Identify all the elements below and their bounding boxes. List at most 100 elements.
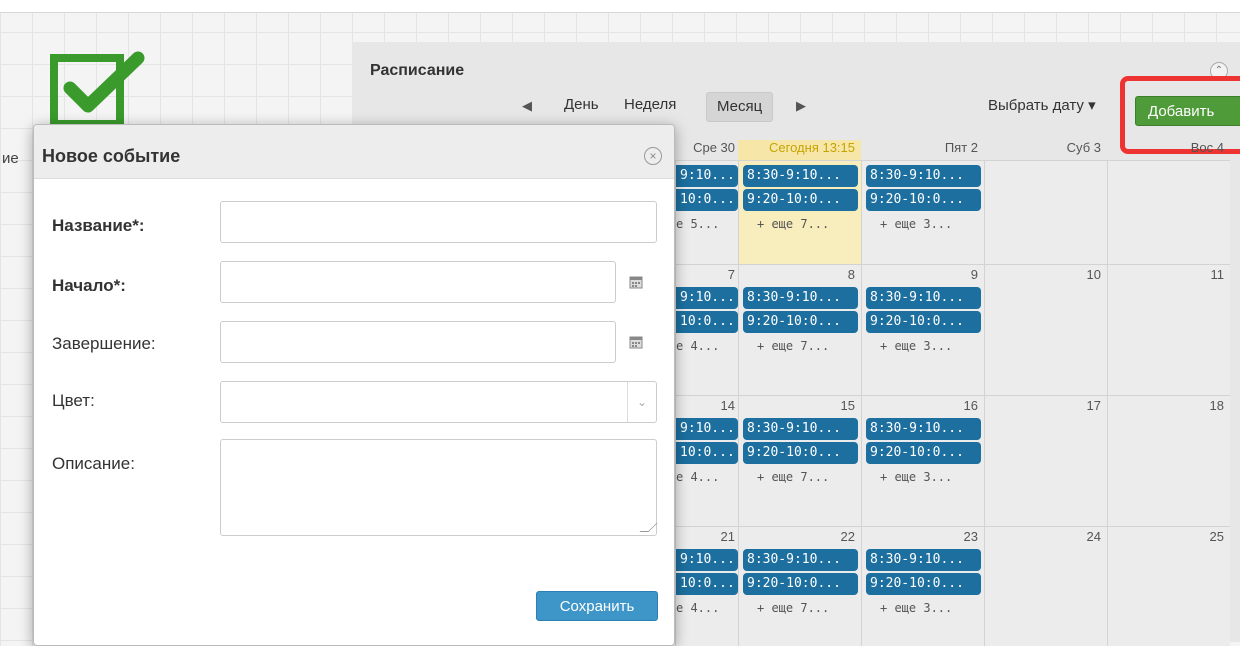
day-number: 11 bbox=[1210, 267, 1225, 282]
next-arrow-icon[interactable]: ▶ bbox=[796, 98, 806, 114]
start-input[interactable] bbox=[220, 261, 616, 303]
event-chip[interactable]: 8:30-9:10... bbox=[743, 165, 858, 187]
event-chip[interactable]: 9:20-10:0... bbox=[866, 311, 981, 333]
day-cell[interactable]: 18 bbox=[1107, 395, 1230, 526]
more-events-link[interactable]: + еще 3... bbox=[880, 339, 952, 353]
name-label: Название*: bbox=[52, 216, 145, 235]
event-chip[interactable]: 9:10... bbox=[676, 165, 738, 187]
end-input[interactable] bbox=[220, 321, 616, 363]
more-events-link[interactable]: + еще 7... bbox=[757, 601, 829, 615]
day-cell[interactable]: 24 bbox=[984, 526, 1107, 646]
event-chip[interactable]: 10:0... bbox=[676, 442, 738, 464]
day-cell[interactable]: 25 bbox=[1107, 526, 1230, 646]
event-chip[interactable]: 9:20-10:0... bbox=[743, 442, 858, 464]
color-label: Цвет: bbox=[52, 391, 95, 410]
day-cell[interactable]: 7 9:10... 10:0... е 4... bbox=[675, 264, 741, 395]
day-cell[interactable]: 9 8:30-9:10... 9:20-10:0... + еще 3... bbox=[861, 264, 984, 395]
day-number: 24 bbox=[1086, 529, 1101, 544]
panel-title: Расписание bbox=[370, 62, 465, 79]
view-month-button[interactable]: Месяц bbox=[706, 92, 774, 122]
close-icon[interactable]: × bbox=[644, 147, 662, 165]
day-header: Суб 3 bbox=[1066, 140, 1101, 155]
color-select[interactable]: ⌄ bbox=[220, 381, 657, 423]
day-cell[interactable]: 8:30-9:10... 9:20-10:0... + еще 7... bbox=[738, 160, 861, 264]
more-events-link[interactable]: е 4... bbox=[676, 339, 719, 353]
more-events-link[interactable]: е 4... bbox=[676, 470, 719, 484]
resize-handle-icon[interactable] bbox=[639, 523, 658, 532]
day-number: 15 bbox=[840, 398, 855, 413]
pick-date-label: Выбрать дату bbox=[988, 97, 1084, 114]
event-chip[interactable]: 9:20-10:0... bbox=[866, 442, 981, 464]
day-cell[interactable]: 16 8:30-9:10... 9:20-10:0... + еще 3... bbox=[861, 395, 984, 526]
end-label: Завершение: bbox=[52, 334, 156, 353]
more-events-link[interactable]: + еще 3... bbox=[880, 470, 952, 484]
day-number: 10 bbox=[1086, 267, 1101, 282]
day-cell[interactable]: 10 bbox=[984, 264, 1107, 395]
month-grid: Сре 30 Сегодня 13:15 Пят 2 Суб 3 Вос 4 9:10..… bbox=[675, 140, 1240, 646]
event-chip[interactable]: 10:0... bbox=[676, 189, 738, 211]
day-header: Пят 2 bbox=[944, 140, 978, 155]
event-chip[interactable]: 9:20-10:0... bbox=[743, 189, 858, 211]
event-chip[interactable]: 9:20-10:0... bbox=[743, 311, 858, 333]
day-number: 17 bbox=[1086, 398, 1101, 413]
day-number: 22 bbox=[840, 529, 855, 544]
day-cell[interactable]: 8:30-9:10... 9:20-10:0... + еще 3... bbox=[861, 160, 984, 264]
save-button[interactable]: Сохранить bbox=[536, 591, 658, 621]
event-chip[interactable]: 9:20-10:0... bbox=[866, 573, 981, 595]
event-chip[interactable]: 8:30-9:10... bbox=[743, 418, 858, 440]
day-cell[interactable]: 23 8:30-9:10... 9:20-10:0... + еще 3... bbox=[861, 526, 984, 646]
chevron-down-icon: ⌄ bbox=[627, 382, 656, 422]
event-chip[interactable]: 8:30-9:10... bbox=[866, 549, 981, 571]
event-chip[interactable]: 9:10... bbox=[676, 287, 738, 309]
more-events-link[interactable]: е 4... bbox=[676, 601, 719, 615]
calendar-icon[interactable] bbox=[629, 275, 643, 289]
calendar-icon[interactable] bbox=[629, 335, 643, 349]
more-events-link[interactable]: + еще 3... bbox=[880, 601, 952, 615]
day-cell[interactable]: 9:10... 10:0... е 5... bbox=[675, 160, 741, 264]
day-cell[interactable] bbox=[984, 160, 1107, 264]
event-chip[interactable]: 10:0... bbox=[676, 311, 738, 333]
day-number: 21 bbox=[720, 529, 735, 544]
pick-date-dropdown[interactable]: Выбрать дату ▾ bbox=[988, 96, 1096, 114]
day-cell[interactable]: 17 bbox=[984, 395, 1107, 526]
start-label: Начало*: bbox=[52, 276, 126, 295]
more-events-link[interactable]: + еще 3... bbox=[880, 217, 952, 231]
name-input[interactable] bbox=[220, 201, 657, 243]
event-chip[interactable]: 9:10... bbox=[676, 549, 738, 571]
day-header: Сре 30 bbox=[693, 140, 735, 155]
day-number: 8 bbox=[847, 267, 855, 282]
day-number: 7 bbox=[727, 267, 735, 282]
view-day-link[interactable]: День bbox=[564, 96, 599, 113]
day-number: 25 bbox=[1209, 529, 1224, 544]
day-cell[interactable] bbox=[1107, 160, 1230, 264]
more-events-link[interactable]: + еще 7... bbox=[757, 339, 829, 353]
event-chip[interactable]: 8:30-9:10... bbox=[866, 165, 981, 187]
day-cell[interactable]: 22 8:30-9:10... 9:20-10:0... + еще 7... bbox=[738, 526, 861, 646]
description-textarea[interactable] bbox=[220, 439, 658, 536]
event-chip[interactable]: 10:0... bbox=[676, 573, 738, 595]
event-chip[interactable]: 9:20-10:0... bbox=[866, 189, 981, 211]
view-week-link[interactable]: Неделя bbox=[624, 96, 676, 113]
event-chip[interactable]: 9:10... bbox=[676, 418, 738, 440]
day-cell[interactable]: 11 bbox=[1107, 264, 1230, 395]
event-chip[interactable]: 8:30-9:10... bbox=[866, 418, 981, 440]
event-chip[interactable]: 8:30-9:10... bbox=[743, 287, 858, 309]
day-cell[interactable]: 8 8:30-9:10... 9:20-10:0... + еще 7... bbox=[738, 264, 861, 395]
event-chip[interactable]: 9:20-10:0... bbox=[743, 573, 858, 595]
more-events-link[interactable]: + еще 7... bbox=[757, 470, 829, 484]
day-number: 9 bbox=[970, 267, 978, 282]
day-cell[interactable]: 21 9:10... 10:0... е 4... bbox=[675, 526, 741, 646]
day-number: 16 bbox=[963, 398, 978, 413]
day-header: Сегодня 13:15 bbox=[738, 140, 861, 160]
event-chip[interactable]: 8:30-9:10... bbox=[743, 549, 858, 571]
event-chip[interactable]: 8:30-9:10... bbox=[866, 287, 981, 309]
day-cell[interactable]: 14 9:10... 10:0... е 4... bbox=[675, 395, 741, 526]
day-header: Вос 4 bbox=[1190, 140, 1224, 155]
prev-arrow-icon[interactable]: ◀ bbox=[522, 98, 532, 114]
checkmark-logo-icon bbox=[50, 51, 145, 128]
more-events-link[interactable]: + еще 7... bbox=[757, 217, 829, 231]
dialog-title: Новое событие bbox=[42, 146, 181, 166]
more-events-link[interactable]: е 5... bbox=[676, 217, 719, 231]
day-cell[interactable]: 15 8:30-9:10... 9:20-10:0... + еще 7... bbox=[738, 395, 861, 526]
dropdown-caret-icon: ▾ bbox=[1088, 97, 1096, 114]
